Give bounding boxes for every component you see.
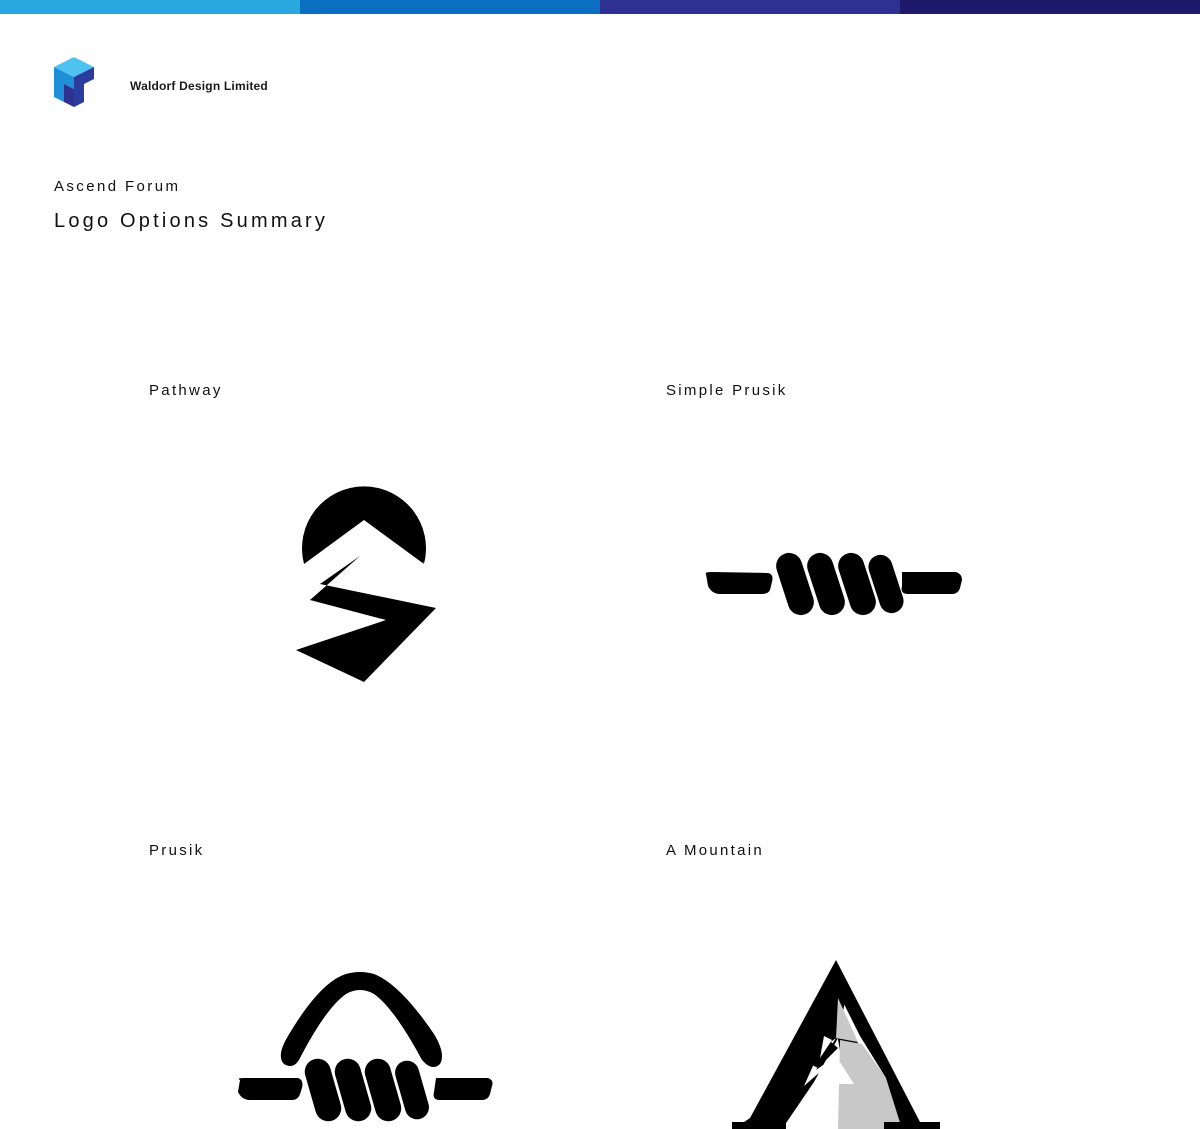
option-label-simple-prusik: Simple Prusik [666, 382, 788, 399]
project-name: Ascend Forum [54, 178, 181, 195]
waldorf-cube-logo-icon [54, 57, 94, 107]
document-title: Logo Options Summary [54, 210, 329, 232]
option-label-pathway: Pathway [149, 382, 223, 399]
option-label-a-mountain: A Mountain [666, 842, 765, 859]
company-name: Waldorf Design Limited [130, 79, 268, 93]
top-bar-segment [0, 0, 300, 14]
pathway-logo-icon [296, 486, 436, 682]
top-bar-segment [300, 0, 600, 14]
simple-prusik-logo-icon [705, 552, 962, 616]
top-bar-segment [600, 0, 900, 14]
option-label-prusik: Prusik [149, 842, 205, 859]
top-bar-segment [900, 0, 1200, 14]
a-mountain-logo-icon [732, 960, 940, 1129]
top-color-bar [0, 0, 1200, 14]
prusik-logo-icon [238, 972, 493, 1122]
